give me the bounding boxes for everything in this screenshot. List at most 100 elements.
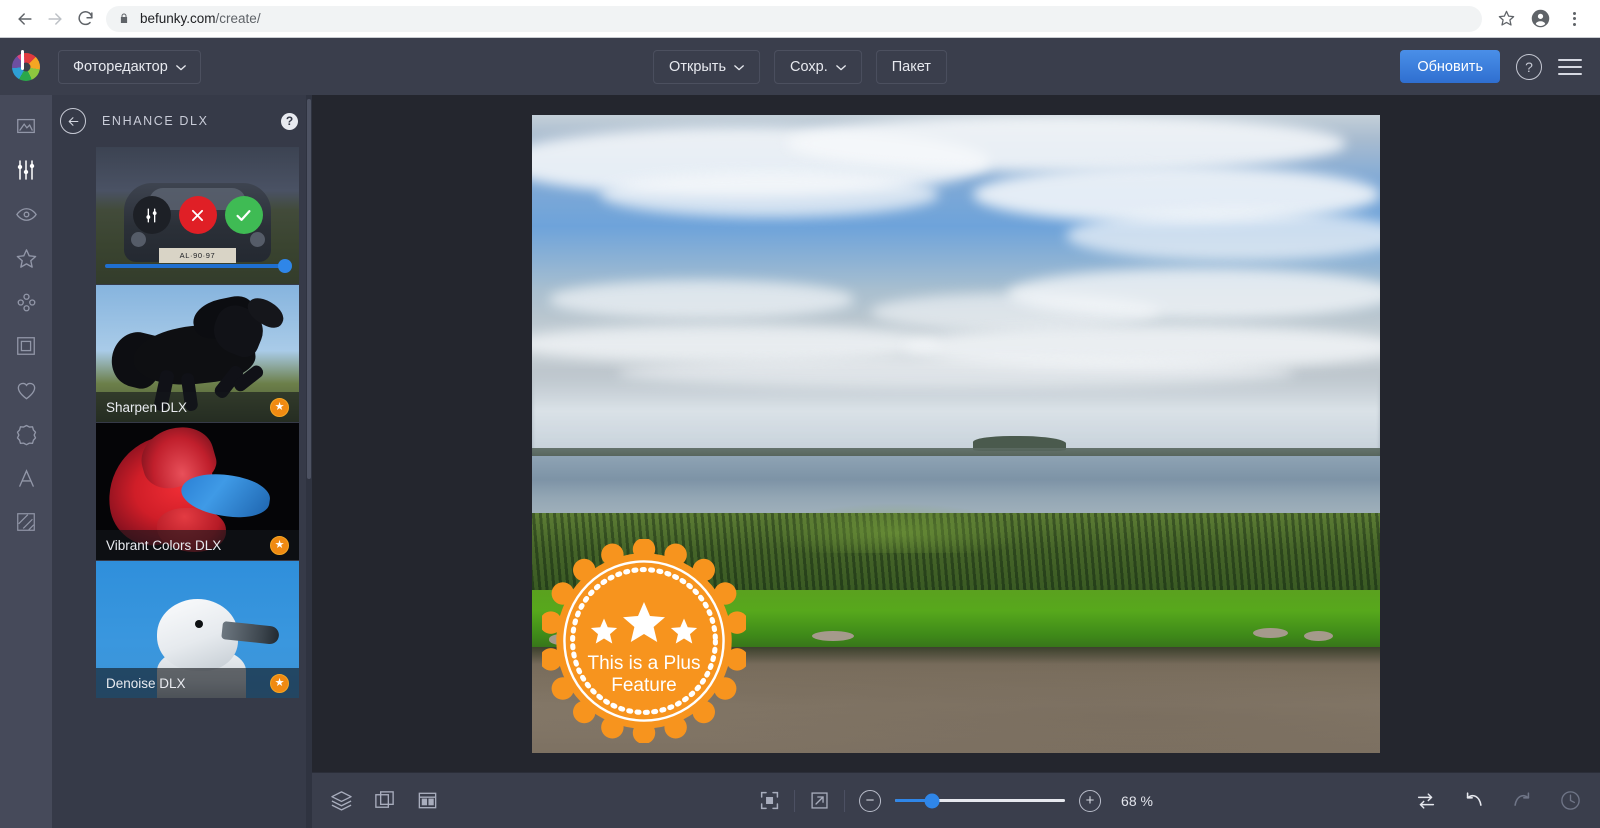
effect-settings-button[interactable] bbox=[132, 196, 171, 235]
cloud bbox=[599, 171, 940, 217]
profile-avatar-icon[interactable] bbox=[1524, 4, 1556, 34]
effect-label: Sharpen DLX bbox=[106, 399, 188, 415]
effect-label-bar: Vibrant Colors DLX ★ bbox=[96, 530, 299, 560]
bottom-right-tools bbox=[1415, 789, 1582, 812]
zoom-level-value: 68 % bbox=[1121, 792, 1153, 809]
panel-scrollbar-thumb[interactable] bbox=[307, 99, 311, 479]
cloud bbox=[786, 114, 1347, 172]
rail-item-edit-sliders[interactable] bbox=[4, 153, 48, 187]
rail-item-badges-rosette[interactable] bbox=[4, 417, 48, 451]
rail-item-image[interactable] bbox=[4, 109, 48, 143]
header-right-actions: Обновить ? bbox=[1400, 50, 1600, 83]
logo-aperture-icon bbox=[12, 52, 40, 81]
compare-toggle-icon[interactable] bbox=[1415, 790, 1437, 812]
open-button[interactable]: Открыть bbox=[653, 49, 761, 84]
zoom-slider-knob[interactable] bbox=[924, 793, 940, 808]
zoom-in-label: + bbox=[1085, 792, 1095, 809]
effect-list: AL·90·97 Sharpen DLX ★ Vibrant Colors DL… bbox=[52, 147, 312, 699]
chevron-down-icon bbox=[835, 59, 846, 75]
browser-reload-button[interactable] bbox=[70, 4, 100, 34]
undo-icon[interactable] bbox=[1463, 790, 1485, 812]
help-question-icon: ? bbox=[1525, 58, 1533, 75]
upgrade-button[interactable]: Обновить bbox=[1400, 50, 1500, 83]
save-button[interactable]: Сохр. bbox=[774, 49, 862, 84]
toolbar-divider bbox=[794, 789, 796, 812]
upgrade-button-label: Обновить bbox=[1417, 58, 1483, 75]
zoom-slider[interactable] bbox=[895, 793, 1066, 808]
effect-label: Vibrant Colors DLX bbox=[106, 537, 222, 553]
effect-intensity-slider[interactable] bbox=[105, 259, 292, 273]
layers-icon[interactable] bbox=[330, 789, 353, 812]
edited-photo[interactable]: This is a Plus Feature bbox=[532, 114, 1380, 753]
rail-item-retouch-eye[interactable] bbox=[4, 197, 48, 231]
effect-cancel-button[interactable] bbox=[178, 196, 217, 235]
plus-star-badge-icon: ★ bbox=[270, 535, 289, 555]
enhance-panel: ENHANCE DLX ? AL·90·97 Sharpen DLX ★ Vib… bbox=[52, 95, 312, 828]
three-dot-menu-icon[interactable] bbox=[1558, 4, 1590, 34]
zoom-controls: − + 68 % bbox=[759, 789, 1153, 812]
bookmark-star-icon[interactable] bbox=[1490, 4, 1522, 34]
zoom-out-button[interactable]: − bbox=[859, 789, 882, 812]
zoom-in-button[interactable]: + bbox=[1079, 789, 1102, 812]
browser-back-button[interactable] bbox=[10, 4, 40, 34]
mode-selector-label: Фоторедактор bbox=[73, 58, 168, 75]
toolbar-divider bbox=[844, 789, 846, 812]
canvas-stage: This is a Plus Feature bbox=[312, 95, 1600, 772]
tool-rail bbox=[0, 95, 52, 828]
effect-item-vibrant-colors[interactable]: Vibrant Colors DLX ★ bbox=[96, 423, 299, 560]
rail-item-textures[interactable] bbox=[4, 505, 48, 539]
batch-button-label: Пакет bbox=[891, 58, 931, 75]
address-bar[interactable]: befunky.com/create/ bbox=[106, 5, 1482, 32]
url-path: /create/ bbox=[215, 11, 261, 26]
panel-header: ENHANCE DLX ? bbox=[52, 95, 312, 147]
rail-item-frames[interactable] bbox=[4, 329, 48, 363]
panel-title: ENHANCE DLX bbox=[102, 114, 209, 128]
fit-to-screen-icon[interactable] bbox=[759, 790, 780, 811]
rail-item-effects-star[interactable] bbox=[4, 241, 48, 275]
panel-help-icon[interactable]: ? bbox=[281, 112, 298, 130]
cloud bbox=[1006, 267, 1380, 319]
star-icon bbox=[590, 618, 618, 644]
effect-apply-button[interactable] bbox=[224, 196, 263, 235]
photo-horizon-haze bbox=[532, 369, 1380, 459]
zoom-out-label: − bbox=[865, 792, 875, 809]
effect-label-bar: Sharpen DLX ★ bbox=[96, 392, 299, 422]
template-grid-icon[interactable] bbox=[416, 789, 439, 812]
rail-item-text[interactable] bbox=[4, 461, 48, 495]
plus-star-badge-icon: ★ bbox=[270, 397, 289, 417]
redo-icon[interactable] bbox=[1511, 790, 1533, 812]
browser-actions bbox=[1490, 4, 1590, 34]
crop-transform-icon[interactable] bbox=[373, 789, 396, 812]
slider-knob[interactable] bbox=[278, 259, 292, 273]
save-button-label: Сохр. bbox=[790, 58, 828, 75]
effect-item-active[interactable]: AL·90·97 bbox=[96, 147, 299, 284]
bottom-toolbar: − + 68 % bbox=[312, 772, 1600, 828]
panel-back-button[interactable] bbox=[60, 108, 86, 134]
help-button[interactable]: ? bbox=[1516, 53, 1542, 80]
effect-label: Denoise DLX bbox=[106, 675, 186, 691]
logo-stem bbox=[21, 50, 24, 70]
mode-selector-button[interactable]: Фоторедактор bbox=[58, 49, 201, 84]
canvas-area: This is a Plus Feature − + 68 % bbox=[312, 95, 1600, 828]
effect-action-buttons bbox=[96, 196, 299, 235]
badge-text-line1: This is a Plus bbox=[587, 652, 701, 674]
cloud bbox=[548, 280, 855, 319]
badge-text-line2: Feature bbox=[611, 675, 677, 697]
hamburger-menu-icon[interactable] bbox=[1558, 58, 1582, 75]
rail-item-overlays-heart[interactable] bbox=[4, 373, 48, 407]
app-header: Фоторедактор Открыть Сохр. Пакет Обновит… bbox=[0, 38, 1600, 95]
browser-forward-button[interactable] bbox=[40, 4, 70, 34]
url-text: befunky.com/create/ bbox=[140, 11, 261, 26]
batch-button[interactable]: Пакет bbox=[875, 49, 947, 84]
plus-feature-watermark: This is a Plus Feature bbox=[539, 537, 749, 744]
effect-item-denoise[interactable]: Denoise DLX ★ bbox=[96, 561, 299, 698]
effect-label-bar: Denoise DLX ★ bbox=[96, 668, 299, 698]
expand-arrow-icon[interactable] bbox=[809, 790, 830, 811]
url-domain: befunky.com bbox=[140, 11, 216, 26]
rail-item-graphics[interactable] bbox=[4, 285, 48, 319]
open-button-label: Открыть bbox=[669, 58, 727, 75]
history-clock-icon[interactable] bbox=[1559, 789, 1582, 812]
effect-item-sharpen[interactable]: Sharpen DLX ★ bbox=[96, 285, 299, 422]
app-body: ENHANCE DLX ? AL·90·97 Sharpen DLX ★ Vib… bbox=[0, 95, 1600, 828]
befunky-logo[interactable] bbox=[0, 38, 52, 95]
